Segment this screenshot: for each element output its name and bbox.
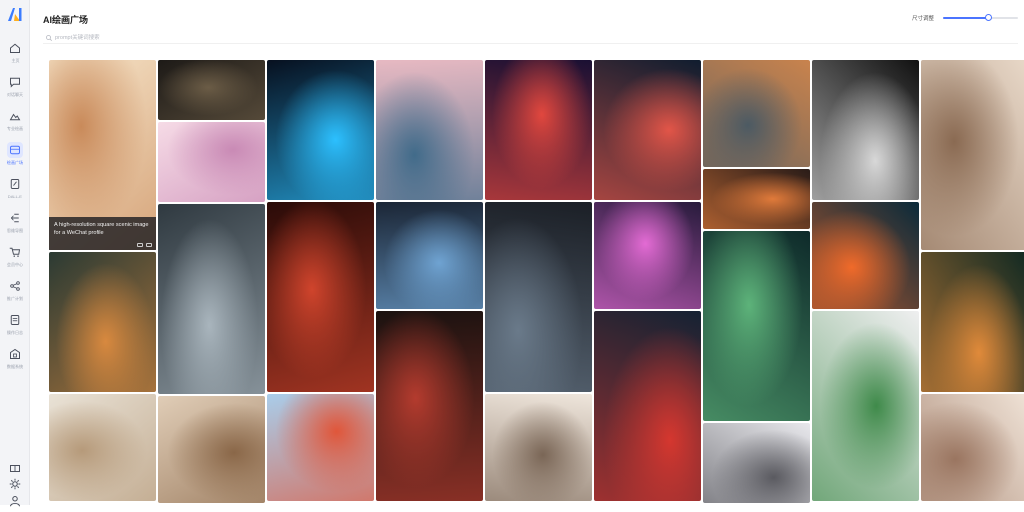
image-gallery: A high-resolution square scenic image fo… xyxy=(49,60,1024,505)
sidebar-item-label: 绘画广场 xyxy=(6,160,24,165)
gallery-image-programmer-at-desk[interactable] xyxy=(376,202,483,309)
sidebar-item-label: 对话聊天 xyxy=(6,92,24,97)
gallery-image-neon-anime-girl[interactable] xyxy=(594,60,701,200)
gallery-image-red-flower-woman[interactable] xyxy=(267,202,374,392)
gallery-image-sunset-cityscape[interactable] xyxy=(703,60,810,167)
gallery-icon xyxy=(7,142,23,158)
sidebar-item-label: DALL-E xyxy=(7,194,23,199)
share-icon xyxy=(7,278,23,294)
gallery-image-fantasy-women-grid[interactable] xyxy=(158,204,265,394)
sidebar-item-5[interactable]: 思维导图 xyxy=(0,207,30,239)
cart-icon xyxy=(7,244,23,260)
gallery-image-pink-mountain-lake[interactable] xyxy=(376,60,483,200)
gallery-image-woman-in-bedroom[interactable] xyxy=(158,396,265,503)
gallery-image-girl-with-goldfish[interactable] xyxy=(49,252,156,392)
image-icon xyxy=(7,108,23,124)
sidebar-item-label: 操作日志 xyxy=(6,330,24,335)
size-slider[interactable] xyxy=(943,14,1018,21)
gallery-image-sunglasses-portraits[interactable] xyxy=(812,60,919,200)
gallery-image-neon-cola-bottle[interactable] xyxy=(267,60,374,200)
search-input[interactable] xyxy=(55,33,455,43)
gallery-image-bright-bedroom[interactable] xyxy=(49,394,156,501)
gallery-image-neon-city-cockpit[interactable] xyxy=(594,202,701,309)
size-adjust-label: 尺寸调整 xyxy=(912,16,935,22)
gallery-image-green-coat-swordsman[interactable] xyxy=(812,311,919,501)
tooltip-actions xyxy=(137,243,152,247)
tooltip-text: A high-resolution square scenic image fo… xyxy=(54,222,149,236)
chat-icon xyxy=(7,74,23,90)
slider-thumb[interactable] xyxy=(984,14,992,21)
gallery-image-man-at-computers[interactable] xyxy=(485,202,592,392)
gallery-image-woman-with-flowers[interactable] xyxy=(703,169,810,229)
gallery-image-moonlit-landscapes[interactable] xyxy=(158,60,265,120)
sidebar-item-9[interactable]: 数据系统 xyxy=(0,343,30,375)
gallery-image-cosmic-warrior[interactable] xyxy=(485,60,592,200)
gallery-image-underwater-butterfly[interactable] xyxy=(703,231,810,421)
sidebar-item-0[interactable]: 主页 xyxy=(0,37,30,69)
sidebar-item-label: 主页 xyxy=(10,58,20,63)
sidebar-item-1[interactable]: 对话聊天 xyxy=(0,71,30,103)
sidebar-item-7[interactable]: 推广计划 xyxy=(0,275,30,307)
slider-fill xyxy=(943,17,988,19)
gift-icon[interactable] xyxy=(9,460,21,472)
gallery-image-forest-with-fish[interactable] xyxy=(921,252,1024,392)
sidebar-item-label: 会员中心 xyxy=(6,262,24,267)
sidebar-item-8[interactable]: 操作日志 xyxy=(0,309,30,341)
copy-icon[interactable] xyxy=(137,243,143,247)
system-icon xyxy=(7,346,23,362)
gallery-image-straw-hat-boy[interactable] xyxy=(267,394,374,501)
sidebar: 主页对话聊天专业绘画绘画广场 DALL-E 思维导图会员中心推广计划操作日志数据系统 xyxy=(0,0,30,507)
mindmap-icon xyxy=(7,210,23,226)
expand-icon[interactable] xyxy=(146,243,152,247)
app-logo[interactable] xyxy=(5,5,25,25)
sidebar-item-2[interactable]: 专业绘画 xyxy=(0,105,30,137)
sidebar-item-6[interactable]: 会员中心 xyxy=(0,241,30,273)
gallery-image-woman-on-bed[interactable] xyxy=(921,394,1024,501)
user-icon[interactable] xyxy=(9,494,21,507)
gallery-image-woman-with-sunglasses[interactable] xyxy=(703,423,810,503)
brush-icon xyxy=(7,176,23,192)
search-icon xyxy=(46,35,52,41)
gallery-image-anime-boy-red-suit[interactable] xyxy=(594,311,701,501)
search-bar xyxy=(43,32,1018,44)
gallery-image-women-photo-grid[interactable] xyxy=(921,60,1024,250)
sidebar-item-4[interactable]: DALL-E xyxy=(0,173,30,205)
sidebar-item-label: 专业绘画 xyxy=(6,126,24,131)
sidebar-item-label: 思维导图 xyxy=(6,228,24,233)
gallery-image-blue-dragon-mask[interactable] xyxy=(812,202,919,309)
gallery-image-girl-in-red-dress[interactable] xyxy=(376,311,483,501)
gallery-image-woman-in-white-sheets[interactable] xyxy=(485,394,592,501)
home-icon xyxy=(7,40,23,56)
page-title: AI绘画广场 xyxy=(43,15,89,25)
prompt-tooltip: A high-resolution square scenic image fo… xyxy=(49,217,156,250)
sidebar-item-label: 数据系统 xyxy=(6,364,24,369)
log-icon xyxy=(7,312,23,328)
sidebar-item-3[interactable]: 绘画广场 xyxy=(0,139,30,171)
sidebar-item-label: 推广计划 xyxy=(6,296,24,301)
settings-icon[interactable] xyxy=(9,477,21,490)
gallery-image-pink-chibi-characters[interactable] xyxy=(158,122,265,202)
